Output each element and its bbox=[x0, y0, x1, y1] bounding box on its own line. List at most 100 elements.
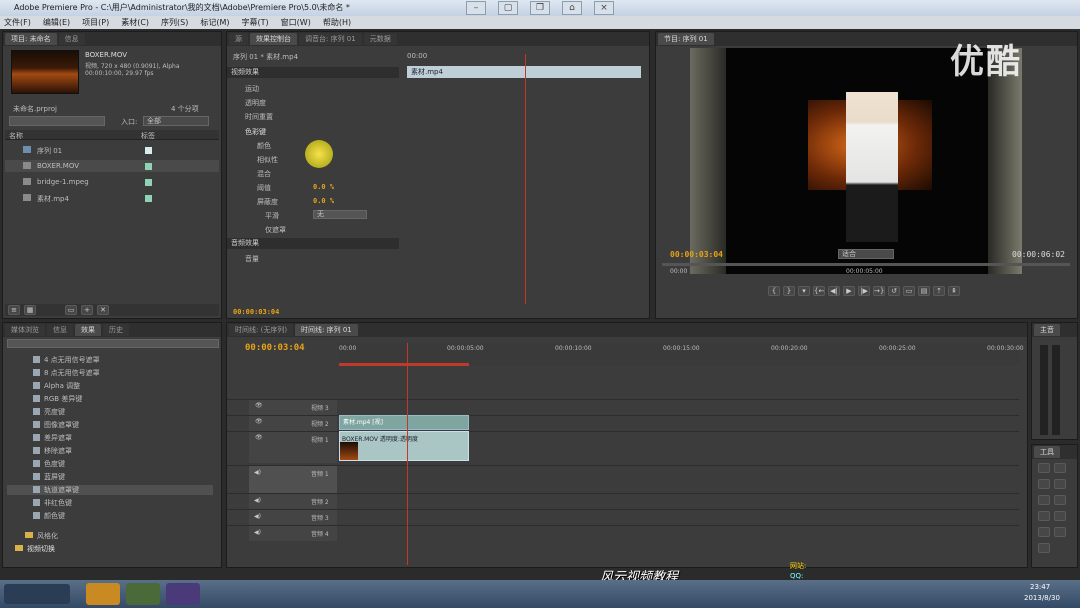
video-track[interactable]: 👁 视频 3 bbox=[227, 399, 1019, 415]
effect-item[interactable]: 图像遮罩键 bbox=[33, 420, 79, 430]
menu-item[interactable]: 标记(M) bbox=[200, 16, 229, 29]
clock-date[interactable]: 2013/8/30 bbox=[1024, 594, 1060, 602]
tab-project[interactable]: 项目: 未命名 bbox=[5, 33, 57, 45]
zoom-icon[interactable] bbox=[1038, 543, 1050, 553]
icon-view-icon[interactable]: ▦ bbox=[24, 305, 36, 315]
clip-bar[interactable]: 素材.mp4 bbox=[407, 66, 641, 78]
fx-motion[interactable]: 运动 bbox=[245, 84, 259, 94]
rolling-edit-icon[interactable] bbox=[1054, 479, 1066, 489]
list-view-icon[interactable]: ≡ bbox=[8, 305, 20, 315]
play-icon[interactable]: ▶ bbox=[843, 286, 855, 296]
tab-effect-controls[interactable]: 效果控制台 bbox=[250, 33, 297, 45]
folder-stylize[interactable]: 风格化 bbox=[25, 531, 58, 541]
effect-item[interactable]: 非红色键 bbox=[33, 498, 72, 508]
folder-video-transitions[interactable]: 视频切换 bbox=[15, 544, 55, 554]
go-out-icon[interactable]: →} bbox=[873, 286, 885, 296]
taskbar-premiere[interactable] bbox=[166, 583, 200, 605]
mark-out-icon[interactable]: } bbox=[783, 286, 795, 296]
label-swatch[interactable] bbox=[145, 147, 152, 154]
start-button[interactable] bbox=[4, 584, 70, 604]
effect-controls-time[interactable]: 00:00:03:04 bbox=[233, 308, 279, 316]
menu-item[interactable]: 序列(S) bbox=[161, 16, 188, 29]
label-swatch[interactable] bbox=[145, 179, 152, 186]
cutoff-value[interactable]: 0.0 % bbox=[313, 197, 334, 205]
speaker-icon[interactable]: ◀) bbox=[254, 529, 261, 536]
label-swatch[interactable] bbox=[145, 195, 152, 202]
safe-margins-icon[interactable]: ▭ bbox=[903, 286, 915, 296]
lift-icon[interactable]: ⇡ bbox=[933, 286, 945, 296]
track-select-icon[interactable] bbox=[1054, 463, 1066, 473]
tab-timeline-seq01[interactable]: 时间线: 序列 01 bbox=[295, 324, 358, 336]
tab-info-2[interactable]: 信息 bbox=[47, 324, 73, 336]
menu-item[interactable]: 窗口(W) bbox=[281, 16, 311, 29]
pin-icon[interactable]: ⌂ bbox=[562, 1, 582, 15]
step-forward-icon[interactable]: |▶ bbox=[858, 286, 870, 296]
work-area-bar[interactable] bbox=[339, 363, 469, 366]
fx-opacity[interactable]: 透明度 bbox=[245, 98, 266, 108]
timeline-time[interactable]: 00:00:03:04 bbox=[245, 343, 305, 353]
tab-program[interactable]: 节目: 序列 01 bbox=[658, 33, 714, 45]
timeline-playhead[interactable] bbox=[407, 343, 408, 565]
effect-item[interactable]: 8 点无用信号遮罩 bbox=[33, 368, 100, 378]
tab-timeline-empty[interactable]: 时间线: (无序列) bbox=[229, 324, 294, 336]
effect-item[interactable]: 轨道遮罩键 bbox=[7, 485, 213, 495]
audio-track[interactable]: ◀) 音频 2 bbox=[227, 493, 1019, 509]
tab-metadata[interactable]: 元数据 bbox=[363, 33, 397, 45]
program-time-left[interactable]: 00:00:03:04 bbox=[670, 250, 723, 259]
inout-select[interactable]: 全部 bbox=[143, 116, 209, 126]
effect-item[interactable]: 色度键 bbox=[33, 459, 65, 469]
audio-track[interactable]: ◀) 音频 3 bbox=[227, 509, 1019, 525]
effect-item[interactable]: 颜色键 bbox=[33, 511, 65, 521]
effect-item[interactable]: 蓝屏键 bbox=[33, 472, 65, 482]
loop-icon[interactable]: ↺ bbox=[888, 286, 900, 296]
close-icon[interactable]: × bbox=[594, 1, 614, 15]
set-marker-icon[interactable]: ▾ bbox=[798, 286, 810, 296]
project-item[interactable]: bridge-1.mpeg bbox=[5, 176, 219, 188]
delete-icon[interactable]: ✕ bbox=[97, 305, 109, 315]
audio-track[interactable]: ◀) 音频 4 bbox=[227, 525, 1019, 541]
tab-source[interactable]: 源 bbox=[229, 33, 248, 45]
smoothing-select[interactable]: 无 bbox=[313, 210, 367, 219]
menu-item[interactable]: 素材(C) bbox=[121, 16, 149, 29]
new-bin-icon[interactable]: ▭ bbox=[65, 305, 77, 315]
tile-icon[interactable]: ▢ bbox=[498, 1, 518, 15]
col-label[interactable]: 标签 bbox=[141, 131, 155, 141]
taskbar-app-2[interactable] bbox=[126, 583, 160, 605]
clip-v1[interactable]: BOXER.MOV 透明度:透明度 bbox=[339, 431, 469, 461]
menu-item[interactable]: 文件(F) bbox=[4, 16, 31, 29]
search-input[interactable] bbox=[9, 116, 105, 126]
tab-history[interactable]: 历史 bbox=[103, 324, 129, 336]
speaker-icon[interactable]: ◀) bbox=[254, 469, 261, 476]
eye-icon[interactable]: 👁 bbox=[255, 434, 263, 441]
project-item[interactable]: BOXER.MOV bbox=[5, 160, 219, 172]
output-icon[interactable]: ▤ bbox=[918, 286, 930, 296]
go-in-icon[interactable]: {← bbox=[813, 286, 825, 296]
tab-audio-mixer[interactable]: 调音台: 序列 01 bbox=[299, 33, 362, 45]
tab-media-browser[interactable]: 媒体浏览 bbox=[5, 324, 45, 336]
extract-icon[interactable]: ⇞ bbox=[948, 286, 960, 296]
effect-item[interactable]: 亮度键 bbox=[33, 407, 65, 417]
menu-item[interactable]: 帮助(H) bbox=[323, 16, 351, 29]
effect-item[interactable]: 差异遮罩 bbox=[33, 433, 72, 443]
razor-icon[interactable] bbox=[1054, 495, 1066, 505]
pen-icon[interactable] bbox=[1038, 527, 1050, 537]
fx-volume[interactable]: 音量 bbox=[245, 254, 259, 264]
speaker-icon[interactable]: ◀) bbox=[254, 497, 261, 504]
menu-item[interactable]: 编辑(E) bbox=[43, 16, 70, 29]
tab-info[interactable]: 信息 bbox=[58, 33, 85, 45]
menu-item[interactable]: 项目(P) bbox=[82, 16, 109, 29]
col-name[interactable]: 名称 bbox=[9, 131, 23, 141]
eye-icon[interactable]: 👁 bbox=[255, 418, 263, 425]
label-swatch[interactable] bbox=[145, 163, 152, 170]
effect-item[interactable]: 移除遮罩 bbox=[33, 446, 72, 456]
effect-item[interactable]: 4 点无用信号遮罩 bbox=[33, 355, 100, 365]
rate-stretch-icon[interactable] bbox=[1038, 495, 1050, 505]
effect-item[interactable]: Alpha 调整 bbox=[33, 381, 80, 391]
menu-item[interactable]: 字幕(T) bbox=[242, 16, 269, 29]
timeline-ruler[interactable]: 00:00 00:00:05:00 00:00:10:00 00:00:15:00 00… bbox=[339, 343, 1024, 365]
tab-effects[interactable]: 效果 bbox=[75, 324, 101, 336]
speaker-icon[interactable]: ◀) bbox=[254, 513, 261, 520]
ripple-edit-icon[interactable] bbox=[1038, 479, 1050, 489]
minimize-icon[interactable]: – bbox=[466, 1, 486, 15]
fx-time-remap[interactable]: 时间重置 bbox=[245, 112, 273, 122]
